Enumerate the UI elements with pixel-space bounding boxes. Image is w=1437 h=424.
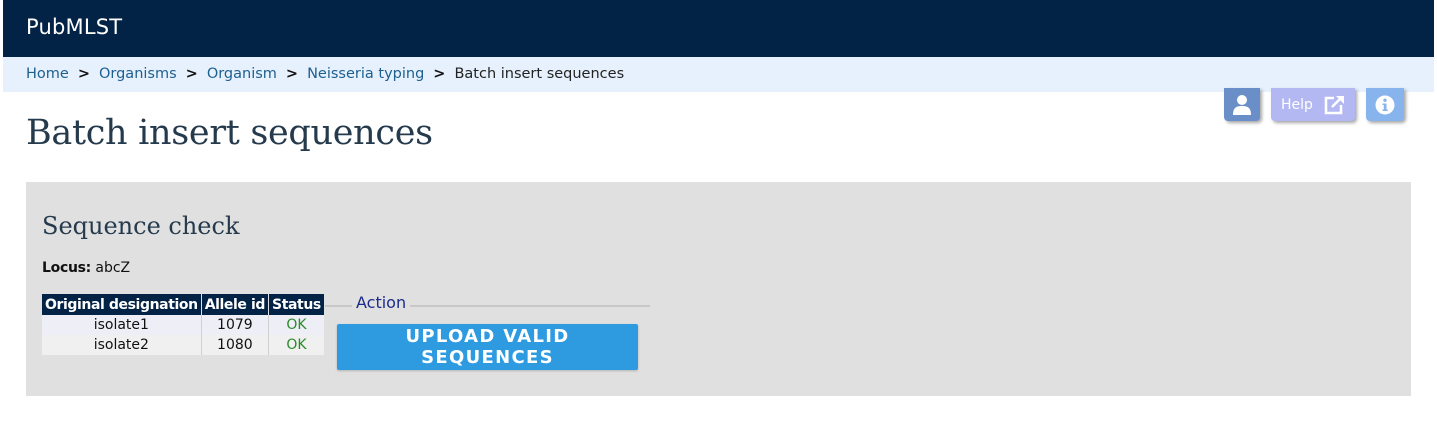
breadcrumb-separator: > [77,66,90,82]
action-legend: Action [352,293,411,312]
column-header: Original designation [42,294,202,315]
external-link-icon [1324,95,1344,114]
allele-id-cell: 1079 [201,315,270,335]
page-title: Batch insert sequences [26,113,433,153]
breadcrumb-home[interactable]: Home [26,66,69,82]
breadcrumb-organism[interactable]: Organism [207,66,277,82]
help-button[interactable]: Help [1271,88,1355,121]
column-header: Allele id [201,294,270,315]
designation-cell: isolate1 [42,315,202,335]
help-label: Help [1281,96,1313,113]
upload-valid-sequences-button[interactable]: UPLOAD VALID SEQUENCES [337,324,638,370]
user-button[interactable] [1224,88,1260,121]
locus-label: Locus: [42,260,91,276]
status-cell: OK [268,335,324,355]
breadcrumb-neisseria-typing[interactable]: Neisseria typing [307,66,424,82]
user-icon [1233,94,1251,115]
breadcrumb-current: Batch insert sequences [454,66,625,82]
table-header-row: Original designation Allele id Status [42,294,324,315]
breadcrumb-organisms[interactable]: Organisms [99,66,177,82]
allele-id-cell: 1080 [201,335,270,355]
table-row: isolate1 1079 OK [42,315,324,335]
top-bar: PubMLST [3,0,1434,57]
breadcrumb-separator: > [285,66,299,82]
site-brand[interactable]: PubMLST [26,15,122,39]
info-icon [1375,95,1395,114]
status-cell: OK [268,315,324,335]
locus-line: Locus: abcZ [42,260,130,276]
locus-value: abcZ [95,260,131,276]
sequence-check-panel: Sequence check Locus: abcZ Original desi… [26,182,1411,396]
section-heading: Sequence check [42,212,240,240]
info-button[interactable] [1366,88,1404,121]
breadcrumb-separator: > [433,66,446,82]
designation-cell: isolate2 [42,335,202,355]
column-header: Status [268,294,324,315]
table-row: isolate2 1080 OK [42,335,324,355]
breadcrumb-separator: > [185,66,198,82]
results-table: Original designation Allele id Status is… [42,294,324,355]
breadcrumb: Home > Organisms > Organism > Neisseria typing… [3,57,1434,92]
